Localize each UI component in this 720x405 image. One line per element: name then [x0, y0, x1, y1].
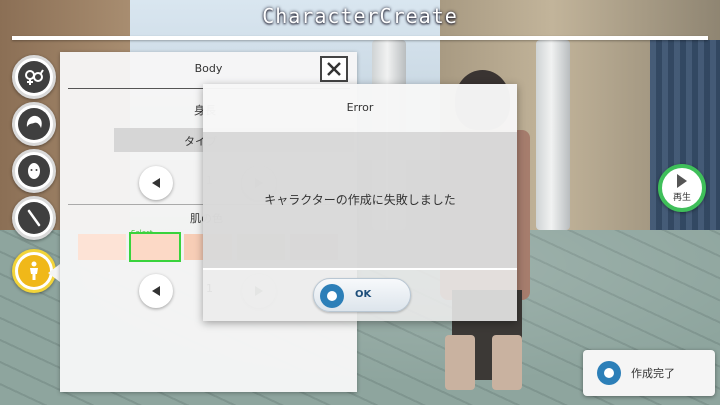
height-prev-button[interactable]: [139, 166, 173, 200]
error-dialog: Error キャラクターの作成に失敗しました OK: [203, 84, 517, 321]
category-face-button[interactable]: [12, 149, 56, 193]
play-icon: [677, 174, 687, 188]
skin-swatch[interactable]: [78, 234, 126, 260]
dialog-separator: [203, 268, 517, 270]
play-button[interactable]: 再生: [658, 164, 706, 212]
circle-button-icon: [597, 361, 621, 385]
makeup-brush-icon: [27, 209, 41, 227]
play-button-label: 再生: [672, 193, 691, 203]
panel-title: Body: [194, 62, 223, 75]
arrow-left-icon: [152, 178, 160, 188]
body-icon: [30, 261, 38, 280]
close-icon: [327, 62, 341, 76]
circle-button-icon: [320, 284, 344, 308]
gender-icon: [25, 69, 44, 85]
title-underline: [12, 36, 708, 40]
face-icon: [28, 163, 40, 179]
skin-swatch-selected[interactable]: [129, 232, 181, 262]
pillar: [536, 40, 570, 230]
iron-gate: [650, 40, 720, 260]
ok-button[interactable]: OK: [313, 278, 411, 312]
finish-creation-label: 作成完了: [631, 367, 675, 380]
close-button[interactable]: [320, 56, 348, 82]
dialog-title: Error: [346, 101, 374, 114]
arrow-left-icon: [152, 286, 160, 296]
category-makeup-button[interactable]: [12, 196, 56, 240]
active-category-pointer: [48, 264, 60, 282]
dialog-message: キャラクターの作成に失敗しました: [264, 193, 456, 207]
finish-creation-button[interactable]: 作成完了: [583, 350, 715, 396]
hair-icon: [26, 115, 42, 128]
ok-button-label: OK: [355, 289, 372, 300]
skin-prev-button[interactable]: [139, 274, 173, 308]
screen-title: CharacterCreate: [262, 4, 458, 28]
category-hair-button[interactable]: [12, 102, 56, 146]
category-gender-button[interactable]: [12, 55, 56, 99]
